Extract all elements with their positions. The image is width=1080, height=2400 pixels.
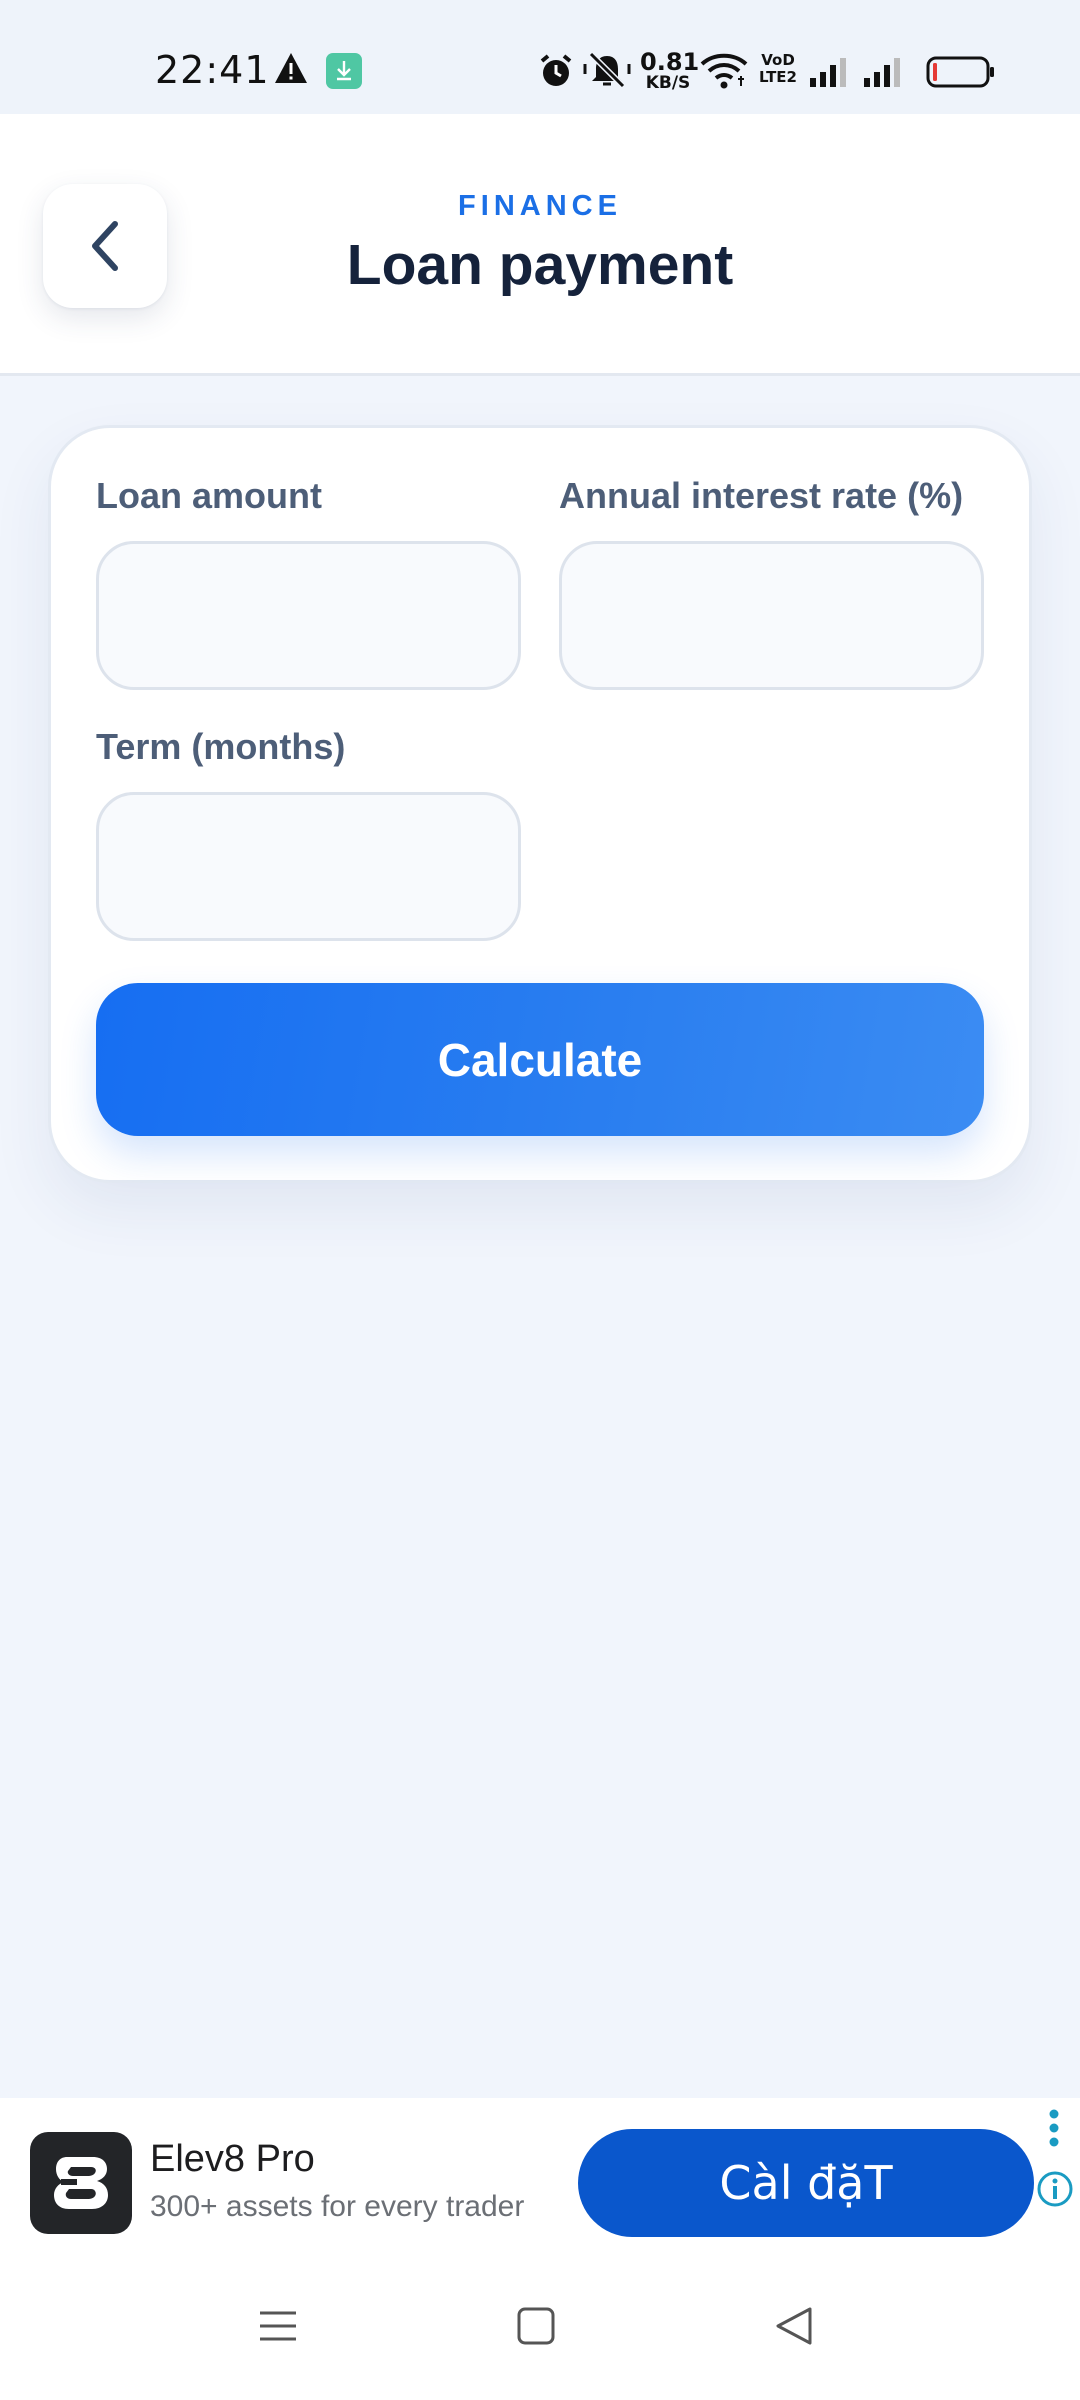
mute-icon [583, 50, 631, 95]
menu-icon[interactable] [258, 2306, 298, 2351]
app-header: FINANCE Loan payment [0, 114, 1080, 376]
download-icon [326, 53, 362, 94]
net-speed-value: 0.81 [640, 48, 700, 76]
term-input[interactable] [96, 792, 521, 941]
screen: 22:41 0.81 KB/S VoD LTE2 FINANCE Loan pa… [0, 0, 1080, 2400]
ad-info-icon[interactable] [1036, 2170, 1074, 2213]
loan-amount-input[interactable] [96, 541, 521, 690]
ad-app-logo[interactable] [30, 2132, 132, 2234]
net-speed-unit: KB/S [645, 73, 691, 93]
ad-install-button[interactable]: Càl đặT [578, 2129, 1034, 2237]
net-speed: 0.81 KB/S [640, 48, 700, 93]
loan-form-card: Loan amount Annual interest rate (%) Ter… [48, 425, 1032, 1183]
warning-icon [274, 52, 308, 89]
page-title: Loan payment [346, 233, 734, 297]
interest-rate-input[interactable] [559, 541, 984, 690]
signal-icon-2 [862, 56, 906, 93]
elev8-logo-icon [54, 2157, 108, 2209]
interest-rate-label: Annual interest rate (%) [559, 475, 964, 516]
system-nav-bar [0, 2268, 1080, 2400]
ad-title[interactable]: Elev8 Pro [150, 2138, 315, 2181]
loan-amount-label: Loan amount [96, 475, 322, 516]
calculate-button[interactable]: Calculate [96, 983, 984, 1136]
back-triangle-icon[interactable] [774, 2306, 814, 2351]
wifi-icon [700, 52, 748, 95]
term-label: Term (months) [96, 726, 346, 767]
volte-icon: VoD LTE2 [759, 51, 797, 86]
status-time: 22:41 [155, 48, 270, 92]
alarm-icon [537, 52, 575, 95]
status-bar: 22:41 0.81 KB/S VoD LTE2 [0, 0, 1080, 114]
signal-icon [808, 56, 852, 93]
ad-banner[interactable]: Elev8 Pro 300+ assets for every trader C… [0, 2098, 1080, 2268]
category-label: FINANCE [458, 190, 622, 222]
more-vertical-icon[interactable] [1048, 2108, 1060, 2153]
ad-subtitle[interactable]: 300+ assets for every trader [150, 2190, 524, 2224]
home-square-icon[interactable] [516, 2306, 556, 2351]
battery-icon [926, 56, 996, 93]
